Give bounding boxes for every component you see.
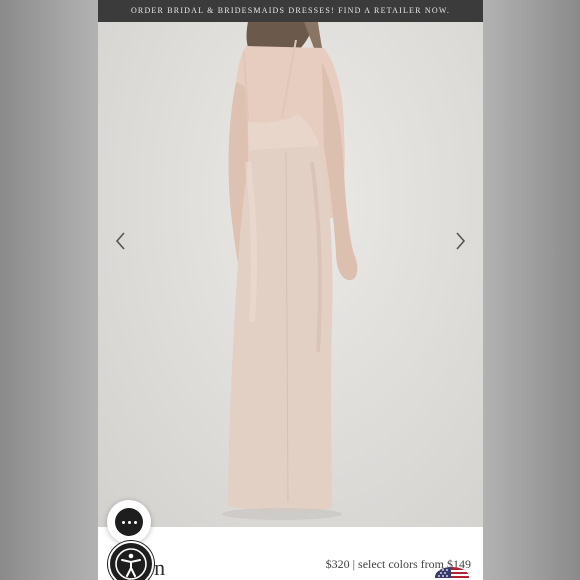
promo-banner[interactable]: ORDER BRIDAL & BRIDESMAIDS DRESSES! FIND… xyxy=(98,0,483,22)
product-image xyxy=(98,22,483,527)
accessibility-icon xyxy=(115,548,147,580)
product-info: ren $320 | select colors from $149 xyxy=(98,527,483,580)
chat-button[interactable] xyxy=(107,500,151,544)
chevron-left-icon xyxy=(115,232,125,250)
carousel-prev-button[interactable] xyxy=(110,230,132,252)
chat-dots-icon xyxy=(115,508,143,536)
carousel-next-button[interactable] xyxy=(449,230,471,252)
product-page: ORDER BRIDAL & BRIDESMAIDS DRESSES! FIND… xyxy=(98,0,483,580)
us-flag-icon[interactable] xyxy=(435,567,469,580)
accessibility-button[interactable] xyxy=(108,541,154,580)
blurred-backdrop-left xyxy=(0,0,98,580)
blurred-backdrop-right xyxy=(483,0,580,580)
chevron-right-icon xyxy=(456,232,466,250)
